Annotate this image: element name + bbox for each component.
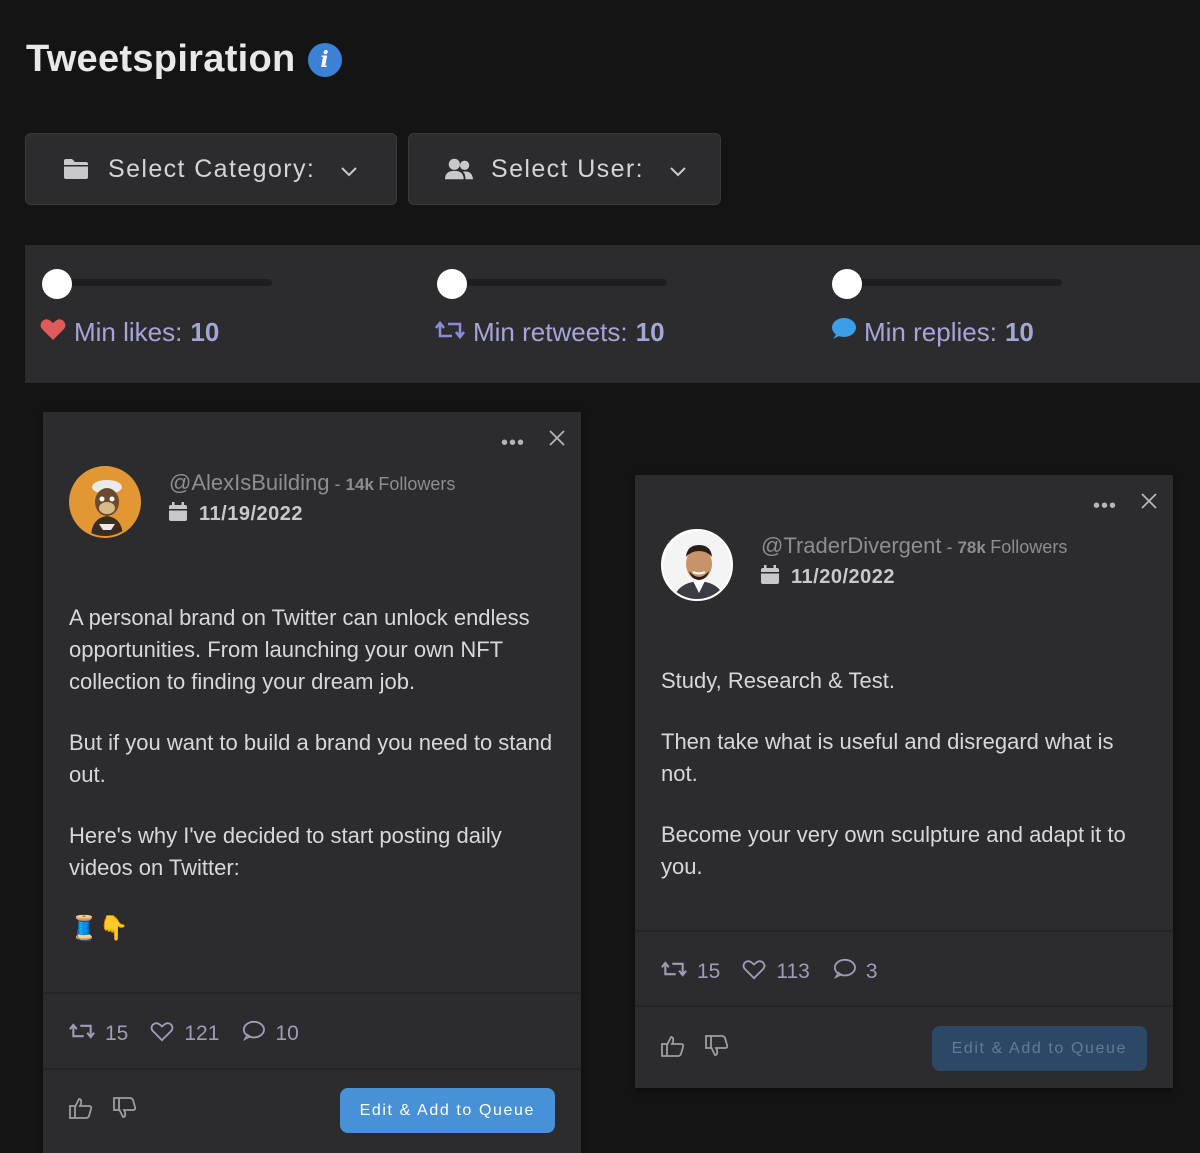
tweet-paragraph: A personal brand on Twitter can unlock e…: [69, 605, 530, 694]
user-handle[interactable]: @AlexIsBuilding: [169, 470, 330, 495]
likes-filter-label: Min likes: 10: [40, 317, 219, 348]
retweet-icon: [69, 1021, 95, 1047]
tweet-paragraph: Become your very own sculpture and adapt…: [661, 822, 1126, 879]
heart-outline-icon: [150, 1021, 174, 1048]
tweet-emojis: 🧵👇: [69, 913, 555, 945]
divider: [43, 1068, 581, 1070]
divider: [635, 1005, 1173, 1007]
heart-icon: [40, 317, 66, 348]
user-line: @TraderDivergent - 78k Followers: [761, 533, 1067, 559]
likes-slider-thumb[interactable]: [42, 269, 72, 299]
avatar: [69, 466, 141, 538]
likes-filter-value: 10: [190, 317, 220, 347]
replies-slider-track[interactable]: [846, 279, 1062, 286]
followers-label: Followers: [990, 537, 1068, 557]
date-line: 11/20/2022: [761, 565, 895, 589]
tweet-stats: 15 113 3: [661, 958, 878, 986]
thumbs-down-icon[interactable]: [113, 1097, 137, 1124]
tweet-card: ••• @TraderDivergent - 78k Followers 11/…: [635, 475, 1173, 1088]
likes-slider-track[interactable]: [56, 279, 272, 286]
user-dropdown-label: Select User:: [491, 154, 644, 183]
heart-outline-icon: [742, 959, 766, 986]
feedback-buttons: [661, 1035, 729, 1062]
calendar-icon: [761, 565, 779, 589]
retweet-stat: 15: [661, 959, 720, 985]
divider: [43, 992, 581, 994]
users-icon: [445, 157, 473, 181]
user-dropdown[interactable]: Select User:: [408, 133, 721, 205]
tweet-date: 11/20/2022: [791, 565, 895, 588]
like-count: 121: [184, 1022, 220, 1045]
retweets-filter-text: Min retweets:: [473, 317, 628, 347]
likes-filter-text: Min likes:: [74, 317, 183, 347]
header: Tweetspiration i: [26, 38, 342, 81]
thumbs-up-icon[interactable]: [69, 1097, 93, 1124]
chevron-down-icon: [670, 155, 686, 184]
retweets-filter-label: Min retweets: 10: [434, 317, 665, 348]
app-root: Tweetspiration i Select Category: Select…: [0, 0, 1200, 1153]
close-icon[interactable]: [1139, 491, 1159, 511]
user-line: @AlexIsBuilding - 14k Followers: [169, 470, 455, 496]
speech-bubble-icon: [830, 317, 856, 348]
retweet-icon: [661, 959, 687, 985]
user-handle[interactable]: @TraderDivergent: [761, 533, 941, 558]
reply-stat: 3: [832, 958, 878, 986]
tweet-paragraph: Here's why I've decided to start posting…: [69, 823, 502, 880]
followers-count: 14k: [345, 475, 374, 494]
tweet-paragraph: Study, Research & Test.: [661, 668, 895, 693]
reply-stat: 10: [241, 1020, 299, 1048]
replies-slider-thumb[interactable]: [832, 269, 862, 299]
tweet-card: ••• @AlexIsBuilding - 14k Followers 11/1…: [43, 412, 581, 1153]
separator: -: [329, 474, 346, 494]
retweets-slider-track[interactable]: [451, 279, 667, 286]
tweet-paragraph: Then take what is useful and disregard w…: [661, 729, 1114, 786]
close-icon[interactable]: [547, 428, 567, 448]
tweet-body: Study, Research & Test. Then take what i…: [661, 665, 1147, 912]
like-count: 113: [776, 960, 810, 983]
edit-add-to-queue-button[interactable]: Edit & Add to Queue: [931, 1026, 1147, 1071]
reply-count: 10: [275, 1022, 299, 1045]
like-stat: 113: [742, 959, 810, 986]
reply-count: 3: [865, 960, 878, 983]
like-stat: 121: [150, 1021, 219, 1048]
replies-filter-label: Min replies: 10: [830, 317, 1034, 348]
folder-icon: [62, 157, 90, 181]
retweet-count: 15: [697, 960, 721, 983]
thumbs-down-icon[interactable]: [705, 1035, 729, 1062]
avatar: [661, 529, 733, 601]
page-title: Tweetspiration: [26, 38, 296, 80]
chevron-down-icon: [341, 155, 357, 184]
divider: [635, 930, 1173, 932]
tweet-body: A personal brand on Twitter can unlock e…: [69, 602, 555, 945]
tweet-paragraph: But if you want to build a brand you nee…: [69, 730, 553, 787]
info-icon[interactable]: i: [307, 42, 342, 77]
retweet-icon: [434, 317, 466, 348]
date-line: 11/19/2022: [169, 502, 303, 526]
replies-filter-value: 10: [1004, 317, 1034, 347]
feedback-buttons: [69, 1097, 137, 1124]
thumbs-up-icon[interactable]: [661, 1035, 685, 1062]
replies-filter-text: Min replies:: [864, 317, 997, 347]
reply-icon: [832, 958, 856, 986]
calendar-icon: [169, 502, 187, 526]
more-options-icon[interactable]: •••: [1093, 495, 1117, 518]
more-options-icon[interactable]: •••: [501, 432, 525, 455]
edit-add-to-queue-button[interactable]: Edit & Add to Queue: [339, 1088, 555, 1133]
separator: -: [941, 537, 958, 557]
tweet-stats: 15 121 10: [69, 1020, 299, 1048]
tweet-actions: Edit & Add to Queue: [69, 1088, 555, 1133]
retweet-stat: 15: [69, 1021, 128, 1047]
followers-count: 78k: [957, 538, 986, 557]
filter-bar: Min likes: 10 Min retweets: 10 Min repli…: [25, 245, 1200, 383]
tweet-actions: Edit & Add to Queue: [661, 1026, 1147, 1071]
retweet-count: 15: [105, 1022, 129, 1045]
emoji-text: 🧵👇: [69, 915, 129, 942]
category-dropdown-label: Select Category:: [108, 154, 316, 183]
followers-label: Followers: [378, 474, 456, 494]
tweet-date: 11/19/2022: [199, 502, 303, 525]
retweets-filter-value: 10: [635, 317, 665, 347]
retweets-slider-thumb[interactable]: [437, 269, 467, 299]
category-dropdown[interactable]: Select Category:: [25, 133, 397, 205]
reply-icon: [241, 1020, 266, 1048]
